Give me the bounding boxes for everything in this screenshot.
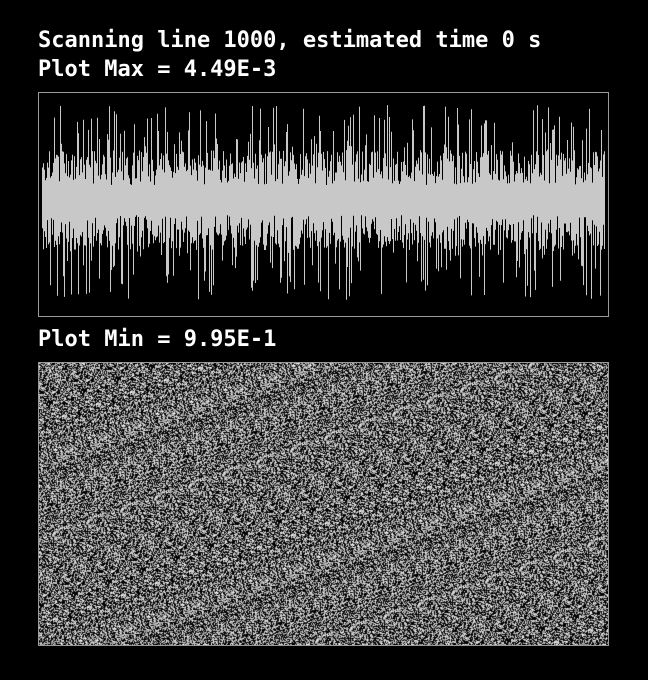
plot-min-label: Plot Min = 9.95E-1: [38, 327, 277, 352]
scan-status-text: Scanning line 1000, estimated time 0 s: [38, 28, 542, 53]
plot-max-label: Plot Max = 4.49E-3: [38, 57, 277, 82]
waveform-core-band: [42, 186, 605, 214]
waveform-trace: [42, 105, 605, 300]
noise-image-canvas: [39, 363, 608, 645]
waveform-svg: [42, 105, 605, 300]
noise-image-plot: [38, 362, 609, 646]
waveform-plot: [38, 92, 609, 317]
